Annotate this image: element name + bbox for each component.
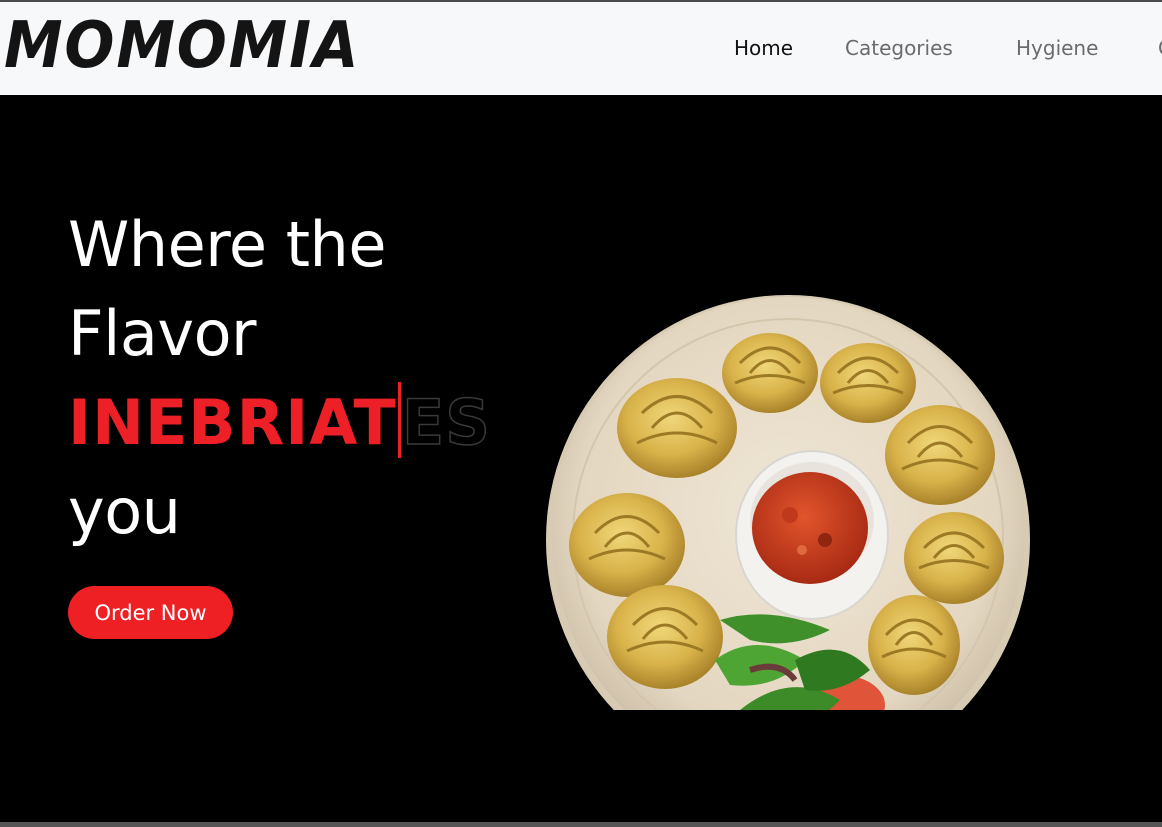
momo-plate-illustration bbox=[546, 295, 1030, 785]
nav-links: Home Categories Hygiene C bbox=[0, 2, 1162, 95]
ghost-word-remainder: ES bbox=[401, 385, 491, 460]
chutney-bowl bbox=[735, 450, 889, 620]
headline-line-2: Flavor bbox=[68, 297, 256, 370]
navbar: MOMOMIA Home Categories Hygiene C bbox=[0, 2, 1162, 95]
nav-link-home[interactable]: Home bbox=[734, 38, 793, 58]
typing-cursor bbox=[397, 382, 401, 458]
order-now-button[interactable]: Order Now bbox=[68, 586, 233, 639]
bottom-border bbox=[0, 822, 1162, 827]
typed-word: INEBRIAT bbox=[68, 386, 397, 459]
nav-link-hygiene[interactable]: Hygiene bbox=[1016, 38, 1098, 58]
headline-line-typed: INEBRIATES bbox=[68, 378, 491, 467]
momo-plate-image bbox=[540, 190, 1040, 785]
page: MOMOMIA Home Categories Hygiene C Where … bbox=[0, 0, 1162, 827]
headline-line-1: Where the bbox=[68, 208, 386, 281]
headline-line-4: you bbox=[68, 475, 181, 548]
hero-section: Where the Flavor INEBRIATES you Order No… bbox=[0, 95, 1162, 822]
nav-link-categories[interactable]: Categories bbox=[845, 38, 953, 58]
nav-link-truncated[interactable]: C bbox=[1158, 38, 1162, 58]
hero-headline: Where the Flavor INEBRIATES you bbox=[68, 200, 491, 556]
